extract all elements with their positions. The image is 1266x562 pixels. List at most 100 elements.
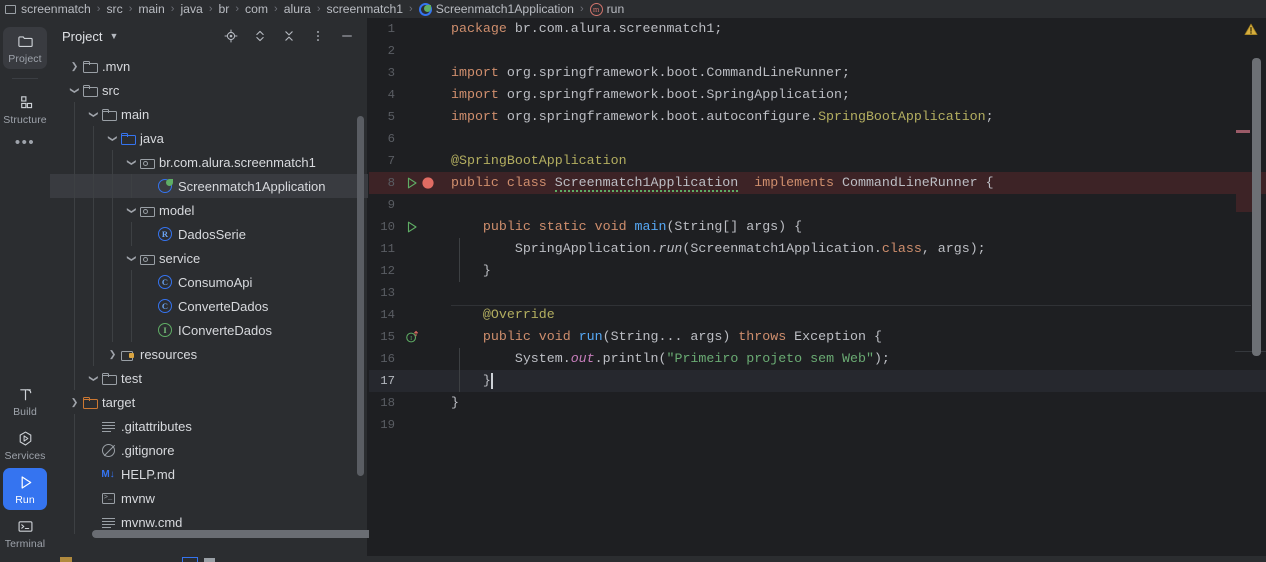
- breadcrumb-label: run: [606, 2, 625, 16]
- run-class-icon[interactable]: [405, 176, 419, 190]
- project-vertical-scrollbar[interactable]: [357, 116, 364, 476]
- code-line[interactable]: 9: [369, 194, 1266, 216]
- chevron-right-icon[interactable]: ❯: [106, 349, 119, 360]
- expand-collapse-icon[interactable]: [252, 28, 268, 44]
- code-line[interactable]: 11 SpringApplication.run(Screenmatch1App…: [369, 238, 1266, 260]
- tree-item-br-com-alura-screenmatch1[interactable]: ❯ br.com.alura.screenmatch1: [50, 150, 368, 174]
- tool-window-run[interactable]: Run: [3, 468, 47, 510]
- tree-item-label: IConverteDados: [178, 322, 272, 338]
- code-line[interactable]: 16 System.out.println("Primeiro projeto …: [369, 348, 1266, 370]
- chevron-down-icon[interactable]: ❯: [126, 204, 137, 217]
- tree-item-gitattributes[interactable]: .gitattributes: [50, 414, 368, 438]
- chevron-down-icon[interactable]: ❯: [69, 84, 80, 97]
- chevron-down-icon[interactable]: ❯: [88, 372, 99, 385]
- code-token: (Screenmatch1Application.: [682, 241, 882, 256]
- code-line[interactable]: 10 public static void main(String[] args…: [369, 216, 1266, 238]
- tree-indent-guide: [74, 294, 75, 318]
- code-line[interactable]: 2: [369, 40, 1266, 62]
- breadcrumb-label: Screenmatch1Application: [435, 2, 574, 16]
- tool-window-build[interactable]: Build: [3, 380, 47, 422]
- code-line[interactable]: 3 import org.springframework.boot.Command…: [369, 62, 1266, 84]
- locate-icon[interactable]: [223, 28, 239, 44]
- tree-item-consumoapi[interactable]: C ConsumoApi: [50, 270, 368, 294]
- line-number: 4: [387, 88, 395, 102]
- tree-item-mvnw[interactable]: >_ mvnw: [50, 486, 368, 510]
- editor-marker-breakpoint[interactable]: [1236, 186, 1252, 212]
- code-line[interactable]: 13: [369, 282, 1266, 304]
- tree-item-dadosserie[interactable]: R DadosSerie: [50, 222, 368, 246]
- tree-indent-guide: [74, 342, 75, 366]
- more-dots-icon[interactable]: •••: [15, 132, 35, 150]
- breadcrumb-item-alura[interactable]: alura: [283, 2, 312, 16]
- code-token: class: [881, 241, 922, 256]
- breadcrumb-item-method[interactable]: m run: [589, 2, 626, 16]
- tree-item-screenmatch1application[interactable]: Screenmatch1Application: [50, 174, 368, 198]
- chevron-right-icon[interactable]: ❯: [68, 61, 81, 72]
- code-line[interactable]: 4 import org.springframework.boot.SpringA…: [369, 84, 1266, 106]
- tree-item-resources[interactable]: ❯ resources: [50, 342, 368, 366]
- breadcrumb-item-class[interactable]: Screenmatch1Application: [418, 2, 575, 16]
- editor-vertical-scrollbar[interactable]: [1252, 58, 1261, 356]
- code-line[interactable]: 14 @Override: [369, 304, 1266, 326]
- breakpoint-icon[interactable]: [421, 176, 435, 190]
- tree-item-src[interactable]: ❯ src: [50, 78, 368, 102]
- code-line[interactable]: 1 package br.com.alura.screenmatch1;: [369, 18, 1266, 40]
- tree-item-iconvertedados[interactable]: I IConverteDados: [50, 318, 368, 342]
- code-line[interactable]: 8 public class Screenmatch1Application im…: [369, 172, 1266, 194]
- chevron-down-icon[interactable]: ❯: [126, 252, 137, 265]
- breadcrumb-item-com[interactable]: com: [244, 2, 269, 16]
- tree-item-target[interactable]: ❯ target: [50, 390, 368, 414]
- chevron-down-icon[interactable]: ❯: [107, 132, 118, 145]
- tree-item-model[interactable]: ❯ model: [50, 198, 368, 222]
- tool-window-terminal[interactable]: Terminal: [3, 512, 47, 554]
- code-line[interactable]: 18}: [369, 392, 1266, 414]
- breadcrumb-item-src[interactable]: src: [105, 2, 123, 16]
- chevron-right-icon[interactable]: ❯: [68, 397, 81, 408]
- tree-item-gitignore[interactable]: .gitignore: [50, 438, 368, 462]
- breadcrumb-item-br[interactable]: br: [218, 2, 231, 16]
- tree-item-main[interactable]: ❯ main: [50, 102, 368, 126]
- code-line[interactable]: 12 }: [369, 260, 1266, 282]
- code-line[interactable]: 7 @SpringBootApplication: [369, 150, 1266, 172]
- breadcrumb-separator: ›: [96, 3, 101, 15]
- chevron-down-icon[interactable]: ❯: [88, 108, 99, 121]
- breadcrumb-item-main[interactable]: main: [137, 2, 165, 16]
- tree-item-convertedados[interactable]: C ConverteDados: [50, 294, 368, 318]
- tree-item-mvn[interactable]: ❯ .mvn: [50, 54, 368, 78]
- project-horizontal-scrollbar[interactable]: [92, 530, 382, 538]
- tree-item-test[interactable]: ❯ test: [50, 366, 368, 390]
- chevron-down-icon[interactable]: ❯: [126, 156, 137, 169]
- code-text: @Override: [451, 304, 555, 326]
- implements-method-icon[interactable]: I: [405, 330, 419, 344]
- line-number: 8: [387, 176, 395, 190]
- method-icon: m: [589, 2, 603, 16]
- tool-window-services[interactable]: Services: [3, 424, 47, 466]
- run-main-icon[interactable]: [405, 220, 419, 234]
- minimize-icon[interactable]: [339, 28, 355, 44]
- code-line[interactable]: 5 import org.springframework.boot.autocon…: [369, 106, 1266, 128]
- tool-window-structure[interactable]: Structure: [3, 88, 47, 130]
- code-line[interactable]: 6: [369, 128, 1266, 150]
- warning-triangle-icon[interactable]: [1244, 23, 1258, 36]
- code-line[interactable]: 17 }: [369, 370, 1266, 392]
- line-number: 2: [387, 44, 395, 58]
- breadcrumb-item-screenmatch1[interactable]: screenmatch1: [326, 2, 405, 16]
- chevron-down-icon[interactable]: ▼: [109, 31, 118, 41]
- collapse-all-icon[interactable]: [281, 28, 297, 44]
- editor-code-area[interactable]: 1 package br.com.alura.screenmatch1; 2 3 imp…: [369, 18, 1266, 562]
- breadcrumb-item-screenmatch[interactable]: screenmatch: [4, 2, 92, 16]
- more-vertical-icon[interactable]: [310, 28, 326, 44]
- code-line[interactable]: 15 I public void run(String... args) thro…: [369, 326, 1266, 348]
- editor-marker-warning[interactable]: [1236, 130, 1250, 133]
- code-line[interactable]: 19: [369, 414, 1266, 436]
- breadcrumb-item-java[interactable]: java: [179, 2, 203, 16]
- tree-item-help-md[interactable]: M↓ HELP.md: [50, 462, 368, 486]
- tree-item-java[interactable]: ❯ java: [50, 126, 368, 150]
- code-editor[interactable]: 1 package br.com.alura.screenmatch1; 2 3 imp…: [369, 18, 1266, 562]
- project-tree[interactable]: ❯ .mvn ❯ src ❯ main ❯ java ❯ br.com.alura.screenm…: [50, 54, 368, 550]
- project-panel-header: Project ▼: [50, 18, 367, 54]
- tool-window-project[interactable]: Project: [3, 27, 47, 69]
- tree-item-service[interactable]: ❯ service: [50, 246, 368, 270]
- breadcrumb-separator: ›: [235, 3, 240, 15]
